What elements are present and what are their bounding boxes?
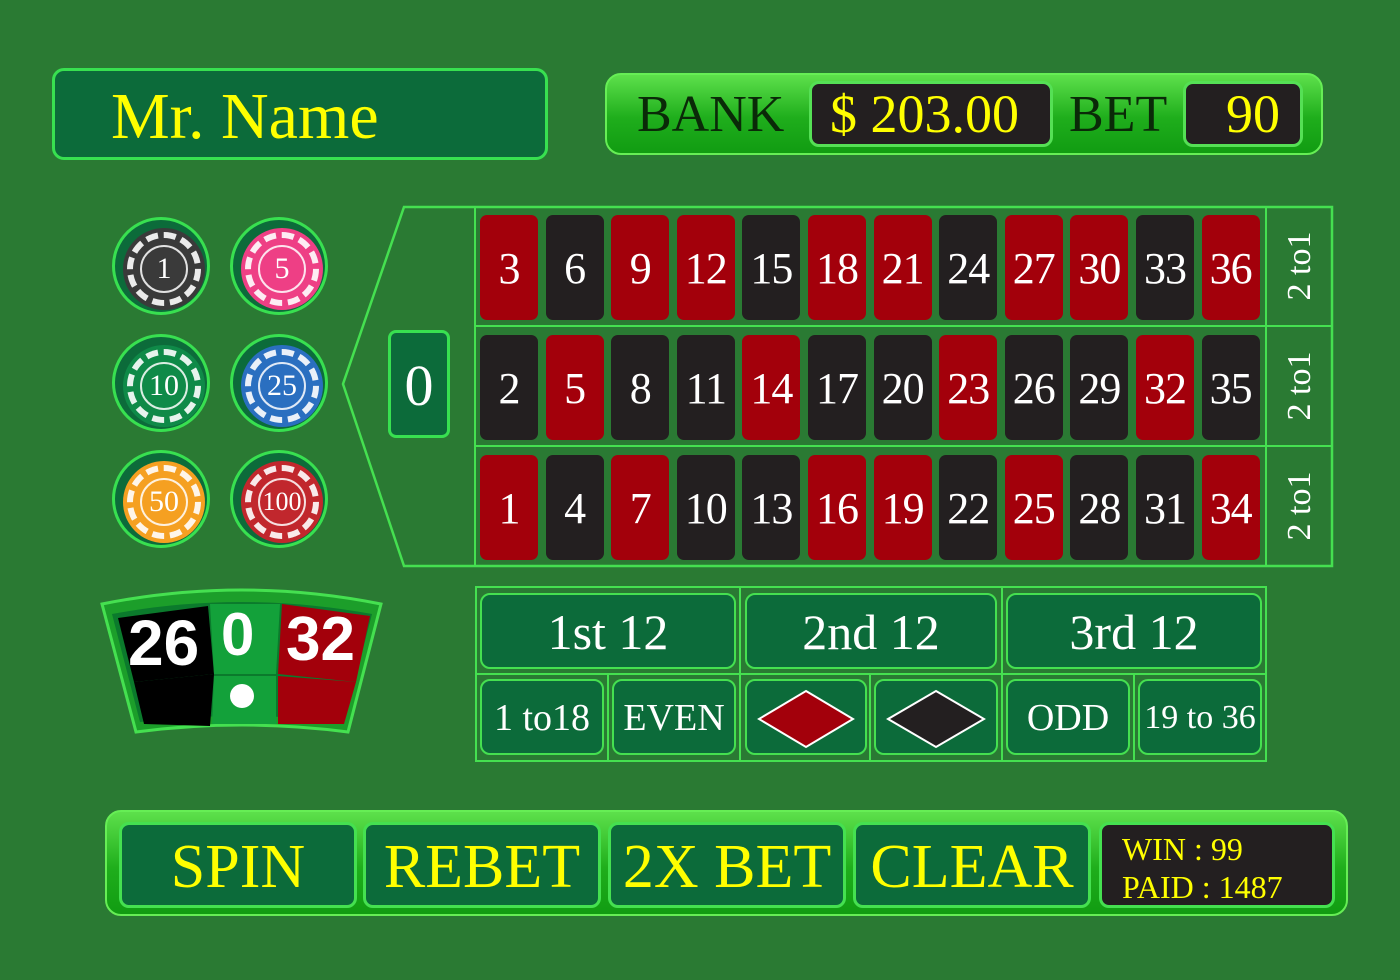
bet-red[interactable] [745, 679, 867, 755]
column-bet-2[interactable]: 2 to1 [1281, 326, 1319, 446]
number-cell[interactable]: 11 [674, 329, 740, 448]
number-cell[interactable]: 22 [936, 449, 1002, 568]
dozen-2nd[interactable]: 2nd 12 [745, 593, 997, 669]
number-20: 20 [873, 335, 932, 440]
bet-odd[interactable]: ODD [1006, 679, 1130, 755]
bet-black[interactable] [874, 679, 998, 755]
number-11: 11 [676, 335, 735, 440]
number-23: 23 [939, 335, 998, 440]
number-cell[interactable]: 14 [739, 329, 805, 448]
number-cell[interactable]: 6 [543, 209, 609, 328]
number-cell[interactable]: 35 [1199, 329, 1265, 448]
win-amount: WIN : 99 [1122, 831, 1243, 867]
number-cell[interactable]: 10 [674, 449, 740, 568]
number-12: 12 [676, 215, 735, 320]
number-30: 30 [1070, 215, 1129, 320]
number-cell[interactable]: 16 [805, 449, 871, 568]
number-33: 33 [1136, 215, 1194, 320]
number-cell[interactable]: 32 [1133, 329, 1199, 448]
number-cell[interactable]: 25 [1002, 449, 1068, 568]
number-cell[interactable]: 19 [871, 449, 937, 568]
number-32: 32 [1136, 335, 1194, 440]
number-6: 6 [545, 215, 604, 320]
number-19: 19 [873, 455, 932, 560]
rebet-button[interactable]: REBET [363, 822, 601, 908]
number-14: 14 [742, 335, 801, 440]
number-cell[interactable]: 17 [805, 329, 871, 448]
number-cell[interactable]: 3 [477, 209, 543, 328]
number-cell[interactable]: 2 [477, 329, 543, 448]
spin-button[interactable]: SPIN [119, 822, 357, 908]
number-cell[interactable]: 13 [739, 449, 805, 568]
clear-button[interactable]: CLEAR [853, 822, 1091, 908]
history-center-number: 0 [221, 601, 255, 668]
number-cell[interactable]: 12 [674, 209, 740, 328]
number-35: 35 [1201, 335, 1260, 440]
number-cell[interactable]: 23 [936, 329, 1002, 448]
number-8: 8 [611, 335, 670, 440]
paid-amount: PAID : 1487 [1122, 869, 1283, 905]
number-cell[interactable]: 26 [1002, 329, 1068, 448]
number-2: 2 [480, 335, 538, 440]
number-cell[interactable]: 7 [608, 449, 674, 568]
number-7: 7 [611, 455, 670, 560]
history-left-number: 26 [128, 607, 200, 679]
number-cell[interactable]: 15 [739, 209, 805, 328]
number-29: 29 [1070, 335, 1129, 440]
number-31: 31 [1136, 455, 1194, 560]
number-cell[interactable]: 34 [1199, 449, 1265, 568]
bet-1-to-18[interactable]: 1 to18 [480, 679, 604, 755]
number-28: 28 [1070, 455, 1129, 560]
number-cell[interactable]: 1 [477, 449, 543, 568]
number-cell[interactable]: 18 [805, 209, 871, 328]
number-13: 13 [742, 455, 801, 560]
action-bar: SPIN REBET 2X BET CLEAR WIN : 99 PAID : … [105, 810, 1348, 916]
number-cell[interactable]: 36 [1199, 209, 1265, 328]
number-22: 22 [939, 455, 998, 560]
number-cell[interactable]: 31 [1133, 449, 1199, 568]
number-cell[interactable]: 24 [936, 209, 1002, 328]
black-diamond-icon [886, 689, 986, 749]
bet-19-to-36[interactable]: 19 to 36 [1138, 679, 1262, 755]
zero-pocket[interactable]: 0 [388, 330, 450, 438]
number-25: 25 [1004, 455, 1063, 560]
number-17: 17 [808, 335, 866, 440]
number-cell[interactable]: 21 [871, 209, 937, 328]
number-34: 34 [1201, 455, 1260, 560]
number-27: 27 [1004, 215, 1063, 320]
column-bet-1[interactable]: 2 to1 [1281, 446, 1319, 566]
history-right-number: 32 [286, 605, 355, 674]
number-9: 9 [611, 215, 670, 320]
number-cell[interactable]: 28 [1067, 449, 1133, 568]
bet-even[interactable]: EVEN [612, 679, 736, 755]
number-4: 4 [545, 455, 604, 560]
number-16: 16 [808, 455, 866, 560]
number-cell[interactable]: 4 [543, 449, 609, 568]
number-15: 15 [742, 215, 801, 320]
red-diamond-icon [757, 689, 855, 749]
win-paid-panel: WIN : 99 PAID : 1487 [1099, 822, 1335, 908]
number-cell[interactable]: 27 [1002, 209, 1068, 328]
number-cell[interactable]: 29 [1067, 329, 1133, 448]
number-3: 3 [480, 215, 538, 320]
number-21: 21 [873, 215, 932, 320]
number-cell[interactable]: 8 [608, 329, 674, 448]
number-26: 26 [1004, 335, 1063, 440]
double-bet-button[interactable]: 2X BET [608, 822, 846, 908]
number-36: 36 [1201, 215, 1260, 320]
number-10: 10 [676, 455, 735, 560]
number-cell[interactable]: 9 [608, 209, 674, 328]
number-18: 18 [808, 215, 866, 320]
number-24: 24 [939, 215, 998, 320]
dozen-3rd[interactable]: 3rd 12 [1006, 593, 1262, 669]
dozen-1st[interactable]: 1st 12 [480, 593, 736, 669]
number-cell[interactable]: 33 [1133, 209, 1199, 328]
column-bet-3[interactable]: 2 to1 [1281, 206, 1319, 326]
number-1: 1 [480, 455, 538, 560]
number-cell[interactable]: 20 [871, 329, 937, 448]
number-5: 5 [545, 335, 604, 440]
number-cell[interactable]: 30 [1067, 209, 1133, 328]
number-cell[interactable]: 5 [543, 329, 609, 448]
